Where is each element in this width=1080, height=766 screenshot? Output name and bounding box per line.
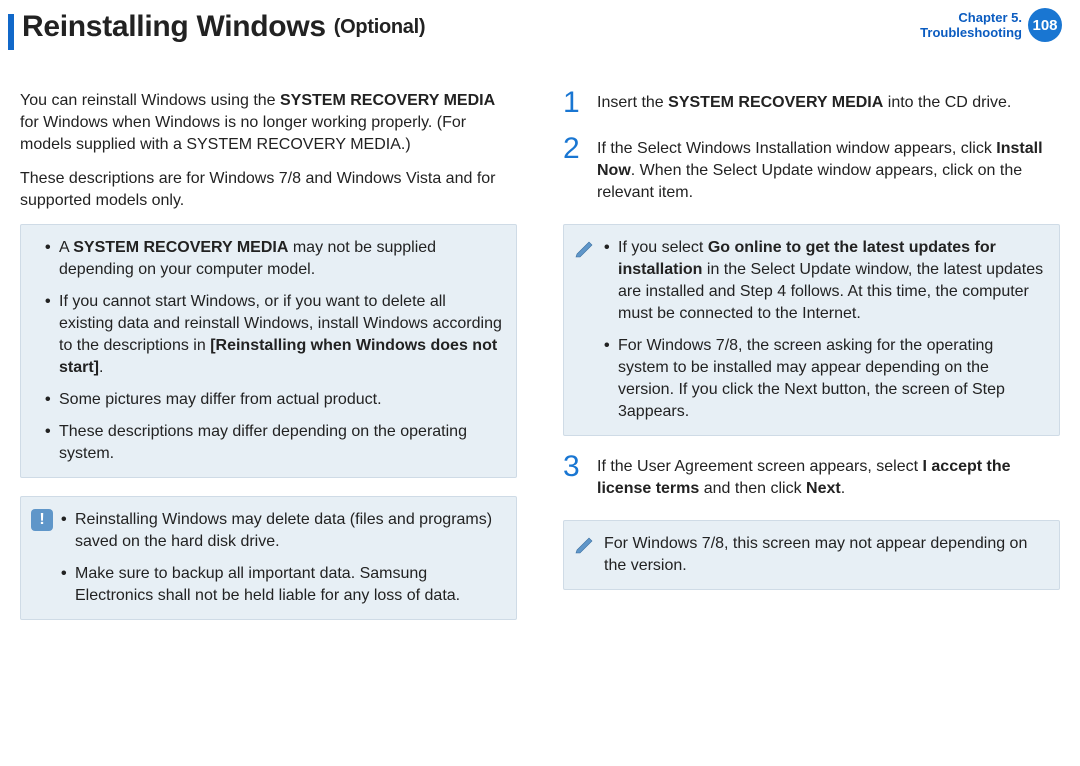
list-item: Reinstalling Windows may delete data (fi… [61,509,502,553]
text: Insert the [597,94,668,111]
title-subtitle: (Optional) [334,16,425,38]
list-item: These descriptions may differ depending … [45,421,502,465]
step-3: 3 If the User Agreement screen appears, … [563,454,1060,500]
text: into the CD drive. [883,94,1011,111]
text: and then click [699,480,806,497]
header-right: Chapter 5. Troubleshooting 108 [920,8,1062,42]
list-item: For Windows 7/8, the screen asking for t… [604,335,1045,423]
note-icon [574,533,596,555]
text: . [841,480,845,497]
caution-box: ! Reinstalling Windows may delete data (… [20,496,517,620]
text: If you select [618,239,708,256]
text: . When the Select Update window appears,… [597,162,1022,201]
step-2: 2 If the Select Windows Installation win… [563,136,1060,204]
note-text: For Windows 7/8, this screen may not app… [604,533,1045,577]
list-item: Some pictures may differ from actual pro… [45,389,502,411]
header-accent-bar [8,14,14,50]
right-column: 1 Insert the SYSTEM RECOVERY MEDIA into … [563,90,1060,746]
chapter-line-1: Chapter 5. [920,10,1022,25]
text: If the Select Windows Installation windo… [597,140,996,157]
note-box-general: A SYSTEM RECOVERY MEDIA may not be suppl… [20,224,517,478]
list-item: Make sure to backup all important data. … [61,563,502,607]
content-columns: You can reinstall Windows using the SYST… [20,90,1060,746]
step-body: If the User Agreement screen appears, se… [597,454,1060,500]
step-number: 1 [563,90,585,116]
text: A [59,239,73,256]
text-bold: Next [806,480,841,497]
text-bold: SYSTEM RECOVERY MEDIA [668,94,883,111]
title-main: Reinstalling Windows [22,10,326,43]
left-column: You can reinstall Windows using the SYST… [20,90,517,746]
note-icon [574,237,596,259]
chapter-label: Chapter 5. Troubleshooting [920,10,1022,40]
alert-icon: ! [31,509,53,531]
step-number: 2 [563,136,585,204]
step-body: If the Select Windows Installation windo… [597,136,1060,204]
text-bold: SYSTEM RECOVERY MEDIA [280,92,495,109]
page-number-badge: 108 [1028,8,1062,42]
text: You can reinstall Windows using the [20,92,280,109]
list-item: If you select Go online to get the lates… [604,237,1045,325]
intro-paragraph-1: You can reinstall Windows using the SYST… [20,90,517,156]
text: . [99,359,103,376]
text: If the User Agreement screen appears, se… [597,458,923,475]
step-body: Insert the SYSTEM RECOVERY MEDIA into th… [597,90,1060,116]
text-bold: SYSTEM RECOVERY MEDIA [73,239,288,256]
manual-page: Reinstalling Windows (Optional) Chapter … [0,0,1080,766]
intro-paragraph-2: These descriptions are for Windows 7/8 a… [20,168,517,212]
step-number: 3 [563,454,585,500]
list-item: If you cannot start Windows, or if you w… [45,291,502,379]
chapter-line-2: Troubleshooting [920,25,1022,40]
step-1: 1 Insert the SYSTEM RECOVERY MEDIA into … [563,90,1060,116]
note-box-update: If you select Go online to get the lates… [563,224,1060,436]
page-title: Reinstalling Windows (Optional) [22,10,425,44]
text: for Windows when Windows is no longer wo… [20,114,466,153]
list-item: A SYSTEM RECOVERY MEDIA may not be suppl… [45,237,502,281]
note-box-version: For Windows 7/8, this screen may not app… [563,520,1060,590]
